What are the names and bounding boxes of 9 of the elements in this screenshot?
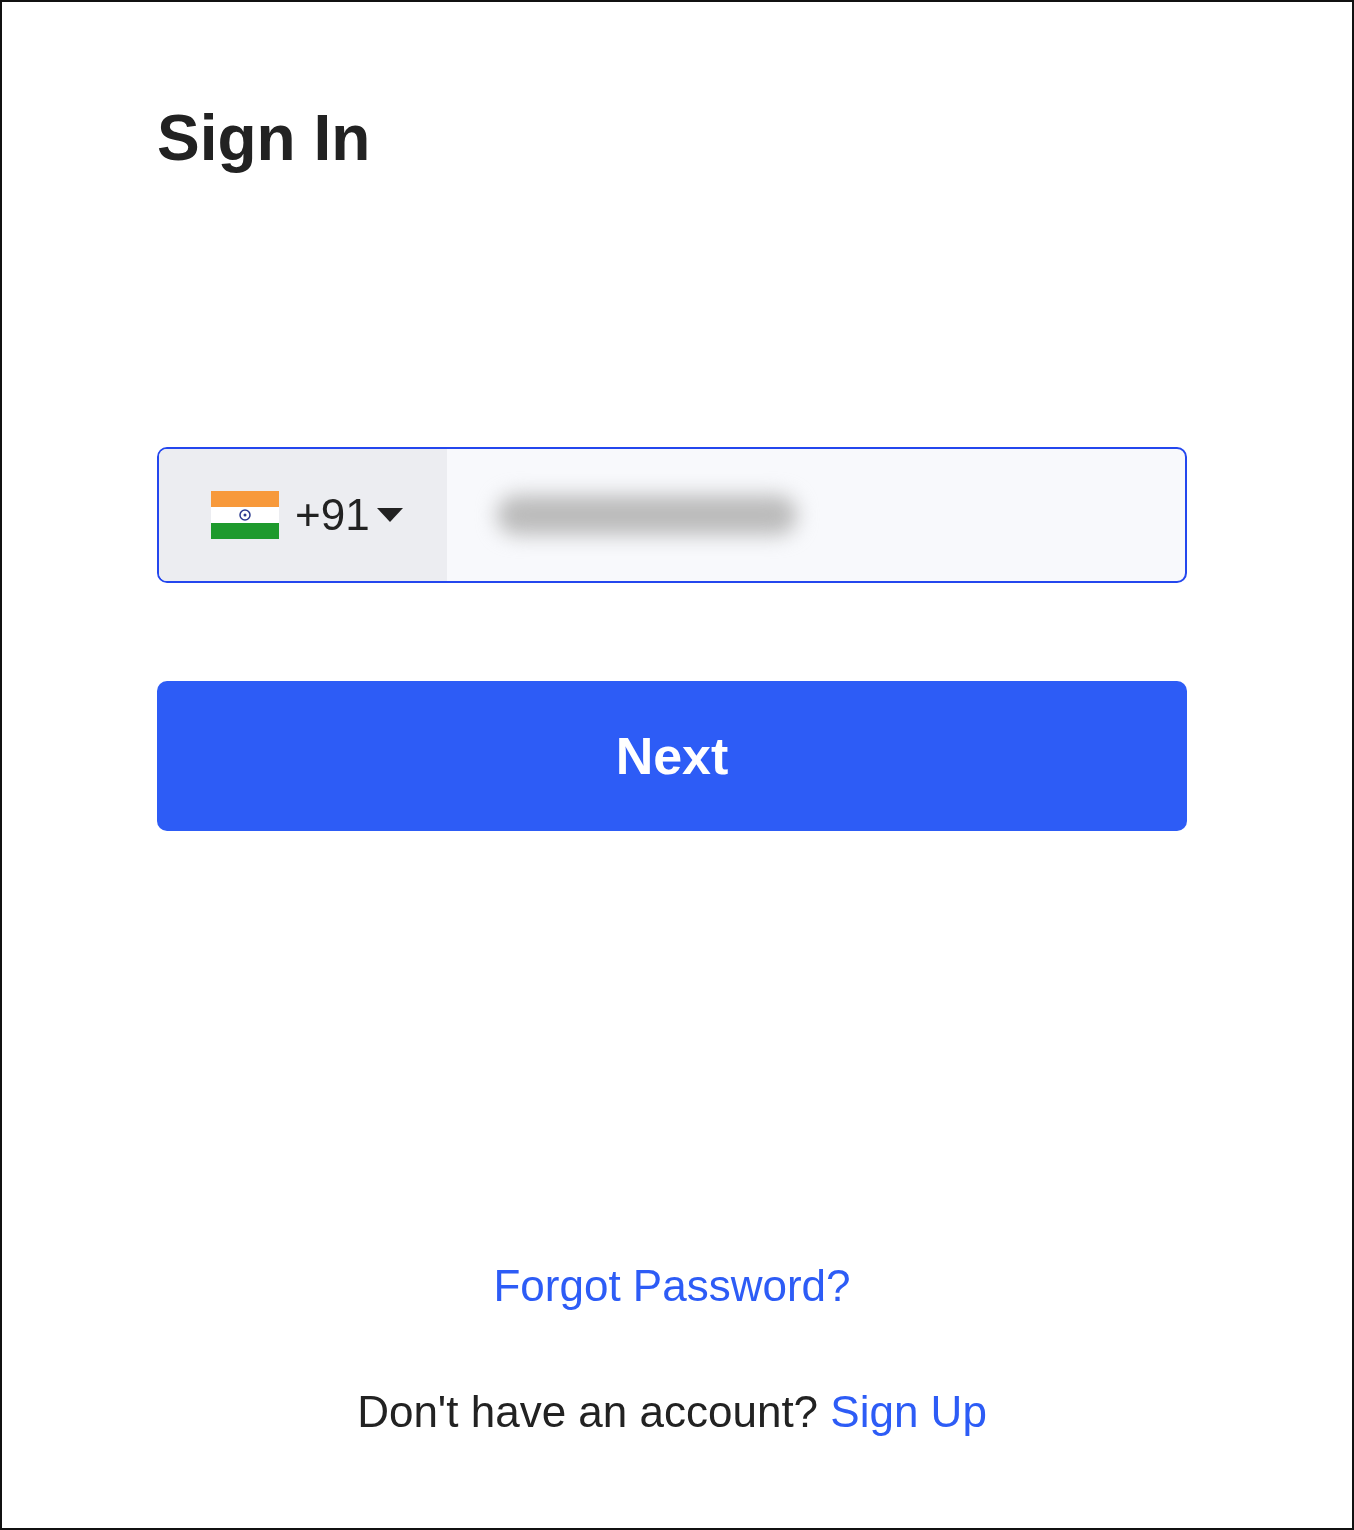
flag-icon [211,490,279,539]
phone-field[interactable]: +91 [157,446,1187,583]
next-button[interactable]: Next [157,680,1187,831]
forgot-password-link[interactable]: Forgot Password? [493,1260,851,1310]
country-code-dropdown[interactable]: +91 [159,448,447,581]
page-title: Sign In [157,101,372,176]
caret-icon [375,506,404,523]
signup-link[interactable]: Sign Up [830,1386,987,1436]
signup-text: Don't have an account? Sign Up [356,1385,988,1438]
